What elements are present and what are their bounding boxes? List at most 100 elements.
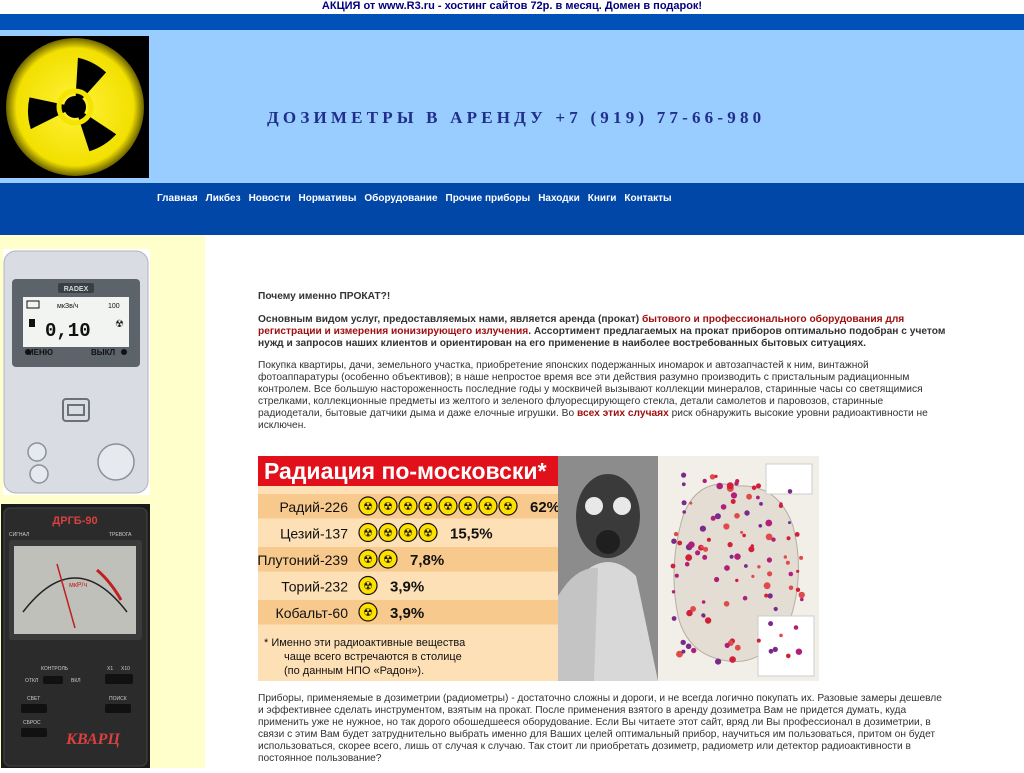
map-dot (734, 644, 741, 651)
isotope-label: Плутоний-239 (258, 552, 348, 568)
map-dot (723, 601, 730, 607)
radiation-trefoil-icon: ☢ (363, 581, 373, 593)
map-dot (788, 571, 794, 577)
map-dot (714, 576, 720, 583)
map-dot (680, 639, 686, 646)
map-dot (729, 554, 734, 559)
map-dot (700, 545, 704, 549)
map-dot (671, 590, 676, 594)
map-dot (744, 564, 748, 568)
radiation-trefoil-icon: ☢ (383, 528, 393, 540)
promo-link[interactable]: АКЦИЯ от www.R3.ru - хостинг сайтов 72р.… (322, 0, 702, 12)
map-dot (704, 617, 712, 624)
map-dot (744, 510, 750, 516)
radiation-trefoil-icon: ☢ (463, 501, 473, 513)
map-dot (757, 565, 761, 569)
map-dot (726, 482, 734, 490)
kvarc-dosimeter-image: ДРГБ-90 СИГНАЛ ТРЕВОГА мкР/ч КОНТРОЛЬ X1… (1, 504, 150, 768)
map-dot (740, 530, 744, 534)
kvarc-alarm-label: ТРЕВОГА (109, 532, 132, 538)
map-dot (799, 555, 804, 560)
nav-findings[interactable]: Находки (538, 193, 580, 204)
map-dot (671, 538, 677, 544)
nav-other-devices[interactable]: Прочие приборы (446, 193, 531, 204)
isotope-value: 3,9% (390, 579, 424, 596)
map-dot (794, 532, 800, 537)
map-dot (786, 536, 791, 541)
map-dot (785, 560, 790, 565)
map-dot (688, 541, 695, 548)
map-dot (727, 542, 733, 548)
map-dot (756, 483, 761, 489)
radiation-trefoil-icon: ☢ (503, 501, 513, 513)
map-dot (685, 554, 693, 561)
map-dot (795, 648, 803, 655)
header-band (0, 30, 1024, 183)
nav-home[interactable]: Главная (157, 193, 198, 204)
map-dot (764, 593, 769, 598)
radiation-trefoil-icon: ☢ (423, 501, 433, 513)
map-dot (702, 478, 707, 484)
purchase-paragraph: Покупка квартиры, дачи, земельного участ… (258, 360, 928, 431)
map-dot (734, 481, 739, 486)
map-dot (670, 563, 676, 569)
radex-brand: RADEX (64, 286, 89, 293)
map-dot (767, 571, 773, 577)
nav-normativy[interactable]: Нормативы (299, 193, 357, 204)
all-cases-link[interactable]: всех этих случаях (577, 408, 669, 419)
map-dot (682, 510, 686, 514)
map-dot (681, 649, 686, 654)
map-dot (751, 574, 755, 578)
map-dot (681, 500, 687, 506)
map-dot (746, 493, 752, 500)
map-dot (695, 550, 701, 556)
map-dot (756, 495, 760, 500)
map-dot (756, 638, 761, 643)
main-nav: Главная Ликбез Новости Нормативы Оборудо… (157, 193, 672, 204)
map-dot (758, 524, 763, 528)
isotope-value: 3,9% (390, 605, 424, 622)
nav-news[interactable]: Новости (249, 193, 291, 204)
map-dot (788, 585, 794, 591)
map-dot (788, 521, 791, 525)
map-dot (730, 492, 738, 499)
radiation-trefoil-icon: ☢ (363, 607, 373, 619)
nav-books[interactable]: Книги (588, 193, 617, 204)
map-dot (714, 513, 721, 520)
kvarc-brand: КВАРЦ (65, 731, 120, 748)
nav-contacts[interactable]: Контакты (624, 193, 671, 204)
radiation-trefoil-icon: ☢ (383, 554, 393, 566)
radex-range: 100 (108, 303, 120, 310)
map-dot (729, 656, 736, 663)
map-dot (773, 606, 778, 612)
radiation-trefoil-icon: ☢ (443, 501, 453, 513)
map-dot (716, 482, 723, 490)
map-dot (735, 578, 739, 583)
map-dot (701, 600, 706, 604)
isotope-value: 62% (530, 499, 560, 516)
map-dot (706, 537, 711, 542)
map-dot (723, 523, 730, 530)
radiation-trefoil-icon: ☢ (363, 554, 373, 566)
map-dot (734, 513, 740, 519)
gas-mask-figure (558, 456, 658, 681)
moscow-radiation-infographic: Радиация по-московски* Радий-226 ☢ ☢ ☢ ☢ ☢ ☢ ☢ ☢… (257, 456, 819, 681)
map-dot (798, 591, 805, 599)
kvarc-unit: мкР/ч (69, 582, 87, 589)
map-dot (751, 485, 757, 491)
kvarc-light-label: СВЕТ (27, 696, 40, 702)
map-dot (701, 613, 706, 618)
footnote-line-3: (по данным НПО «Радон»). (284, 665, 424, 677)
nav-equipment[interactable]: Оборудование (364, 193, 437, 204)
map-dot (778, 503, 784, 508)
footnote-line-1: * Именно эти радиоактивные вещества (264, 637, 466, 649)
map-dot (800, 597, 804, 602)
map-dot (681, 472, 687, 478)
main-content: Почему именно ПРОКАТ?! Основным видом ус… (258, 291, 948, 432)
nav-likbez[interactable]: Ликбез (206, 193, 241, 204)
svg-text:☢: ☢ (115, 319, 124, 330)
isotope-label: Торий-232 (281, 579, 348, 595)
radex-reading: 0,10 (45, 320, 91, 342)
infographic-title: Радиация по-московски* (264, 458, 547, 484)
map-dot (674, 573, 679, 578)
